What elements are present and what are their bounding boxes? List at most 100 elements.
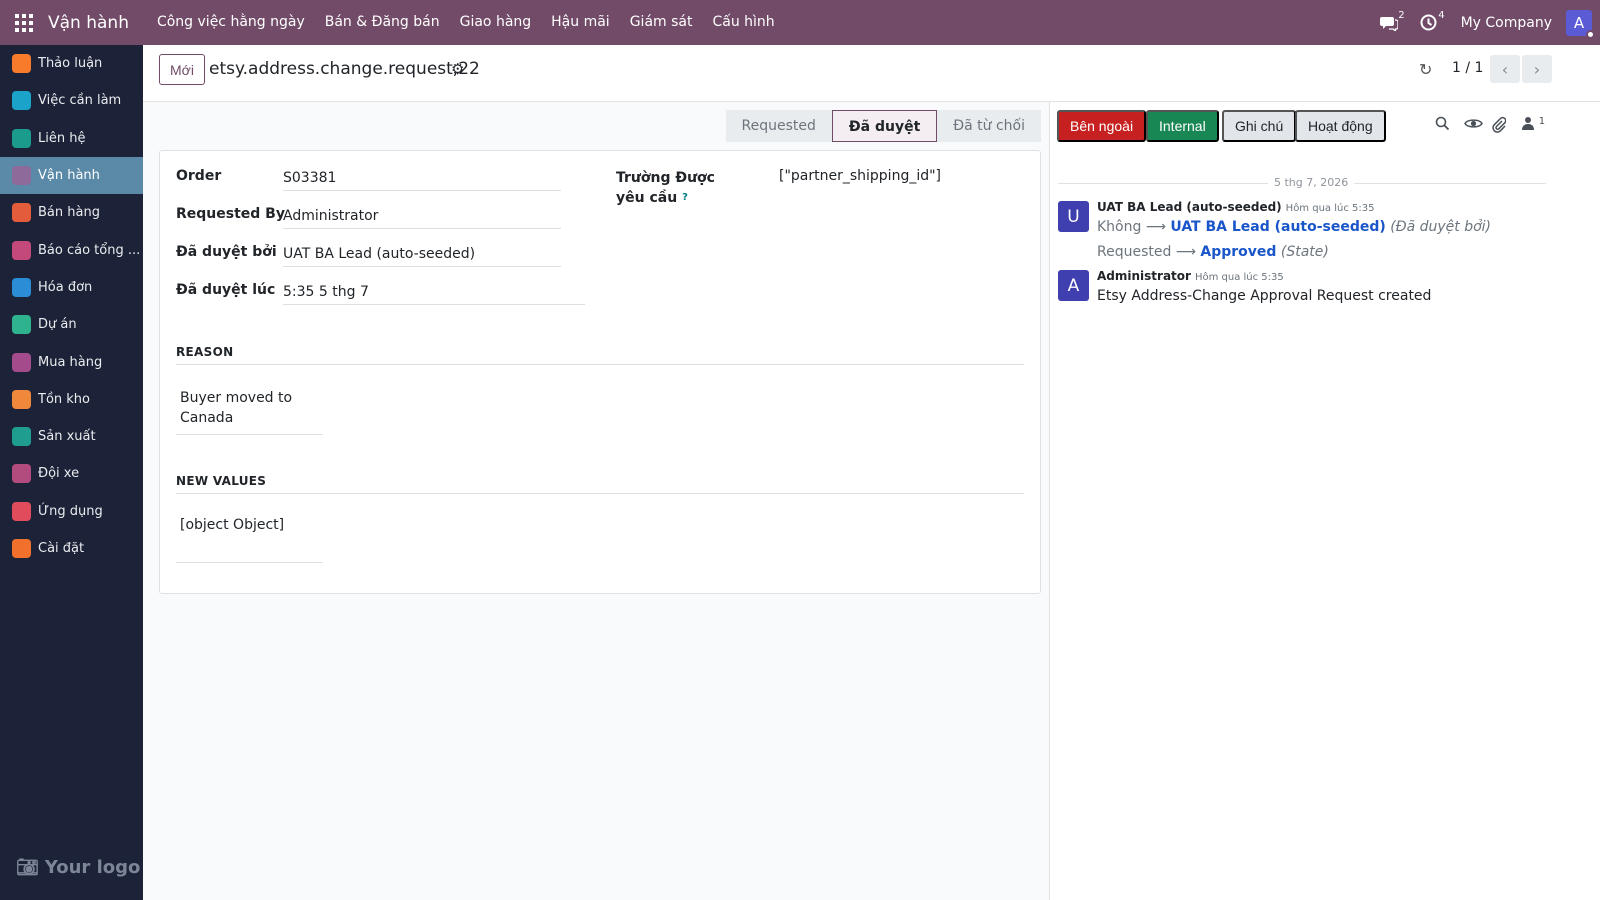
tracking-line: Không ⟶ UAT BA Lead (auto-seeded) (Đã du… [1097, 219, 1491, 235]
log-note-button[interactable]: Ghi chú [1222, 110, 1297, 142]
company-logo: 📷︎ Your logo [16, 857, 140, 878]
requested-fields-label: Trường Được yêu cầu ? [616, 168, 746, 208]
app-brand[interactable]: Vận hành [48, 13, 129, 33]
sidebar-item-inventory[interactable]: Tồn kho [0, 381, 143, 418]
menu-delivery[interactable]: Giao hàng [450, 0, 542, 45]
message-author-name[interactable]: Administrator [1097, 269, 1191, 283]
menu-configuration[interactable]: Cấu hình [702, 0, 784, 45]
reason-section-title: REASON [176, 345, 1024, 365]
sidebar-item-project[interactable]: Dự án [0, 306, 143, 343]
message-author-name[interactable]: UAT BA Lead (auto-seeded) [1097, 200, 1282, 214]
apps-menu-icon[interactable] [0, 0, 48, 45]
sidebar-item-invoice[interactable]: Hóa đơn [0, 269, 143, 306]
status-bar: Requested Đã duyệt Đã từ chối [725, 110, 1041, 142]
approved-at-label: Đã duyệt lúc [176, 282, 276, 298]
menu-sales-listing[interactable]: Bán & Đăng bán [315, 0, 450, 45]
sidebar-item-label: Mua hàng [38, 354, 103, 370]
user-avatar[interactable]: A [1566, 9, 1595, 39]
sidebar-item-manufacturing[interactable]: Sản xuất [0, 418, 143, 455]
sidebar-item-settings[interactable]: Cài đặt [0, 530, 143, 567]
gear-icon[interactable]: ⚙ [451, 60, 464, 78]
sidebar-item-label: Liên hệ [38, 130, 86, 146]
activity-button[interactable]: Hoạt động [1295, 110, 1386, 142]
tracking-old-value: Requested [1097, 244, 1172, 260]
discuss-icon [12, 54, 31, 74]
sidebar-item-label: Báo cáo tổng ... [38, 242, 141, 258]
reports-icon [12, 240, 31, 260]
chevron-left-icon: ‹ [1501, 59, 1509, 79]
approved-by-field[interactable]: UAT BA Lead (auto-seeded) [283, 246, 561, 267]
pager-next-button[interactable]: › [1522, 55, 1552, 83]
avatar[interactable]: A [1058, 270, 1089, 301]
sidebar-item-todo[interactable]: Việc cần làm [0, 82, 143, 119]
sidebar-item-label: Bán hàng [38, 205, 100, 221]
sidebar-item-discuss[interactable]: Thảo luận [0, 45, 143, 82]
approved-at-field[interactable]: 5:35 5 thg 7 [283, 284, 585, 305]
activities-clock-icon[interactable]: 4 [1415, 8, 1445, 38]
followers-icon[interactable]: 1 [1522, 116, 1545, 134]
new-values-section-title: NEW VALUES [176, 474, 1024, 494]
sidebar-item-contacts[interactable]: Liên hệ [0, 120, 143, 157]
tracking-line: Requested ⟶ Approved (State) [1097, 244, 1329, 260]
sidebar-item-purchase[interactable]: Mua hàng [0, 343, 143, 380]
project-icon [12, 315, 31, 335]
send-message-button[interactable]: Bên ngoài [1057, 110, 1147, 142]
arrow-right-icon: ⟶ [1175, 244, 1196, 260]
sidebar-item-label: Việc cần làm [38, 93, 122, 109]
menu-daily-work[interactable]: Công việc hằng ngày [147, 0, 315, 45]
contacts-icon [12, 128, 31, 148]
date-separator: 5 thg 7, 2026 [1058, 176, 1546, 190]
sidebar-item-label: Thảo luận [38, 56, 103, 72]
menu-monitoring[interactable]: Giám sát [620, 0, 703, 45]
main-menu: Công việc hằng ngày Bán & Đăng bán Giao … [147, 0, 785, 45]
stage-requested[interactable]: Requested [725, 110, 832, 142]
requested-fields-value: ["partner_shipping_id"] [779, 168, 942, 184]
sidebar-item-label: Dự án [38, 317, 77, 333]
sidebar-item-label: Đội xe [38, 466, 80, 482]
stage-rejected[interactable]: Đã từ chối [937, 110, 1041, 142]
paperclip-icon[interactable] [1492, 116, 1507, 137]
menu-after-sales[interactable]: Hậu mãi [541, 0, 620, 45]
stage-approved[interactable]: Đã duyệt [831, 110, 938, 142]
message-author: UAT BA Lead (auto-seeded) Hôm qua lúc 5:3… [1097, 200, 1374, 214]
chevron-right-icon: › [1533, 59, 1541, 79]
sidebar-item-label: Hóa đơn [38, 279, 93, 295]
followers-count: 1 [1538, 116, 1546, 127]
message-author: Administrator Hôm qua lúc 5:35 [1097, 269, 1284, 283]
chatter-panel: Bên ngoài Internal Ghi chú Hoạt động 1 5… [1049, 102, 1600, 900]
sidebar-item-reports[interactable]: Báo cáo tổng ... [0, 231, 143, 268]
invoice-icon [12, 277, 31, 297]
pager-previous-button[interactable]: ‹ [1490, 55, 1520, 83]
order-label: Order [176, 168, 222, 184]
sidebar-item-label: Sản xuất [38, 429, 96, 445]
messages-icon[interactable]: 2 [1375, 8, 1405, 38]
sidebar-item-operations[interactable]: Vận hành [0, 156, 143, 195]
sidebar-item-label: Tồn kho [38, 391, 90, 407]
search-icon[interactable] [1435, 116, 1450, 135]
refresh-icon[interactable]: ↻ [1419, 60, 1432, 79]
requested-by-label: Requested By [176, 206, 285, 222]
company-switcher[interactable]: My Company [1461, 15, 1552, 31]
requested-fields-label-text: Trường Được yêu cầu [616, 170, 715, 206]
new-record-button[interactable]: Mới [159, 54, 205, 85]
help-tooltip-icon[interactable]: ? [682, 192, 688, 203]
requested-by-field[interactable]: Administrator [283, 208, 561, 229]
app-sidebar: Thảo luận Việc cần làm Liên hệ Vận hành Bán … [0, 45, 143, 900]
sidebar-item-sales[interactable]: Bán hàng [0, 194, 143, 231]
reason-field[interactable]: Buyer moved to Canada [176, 388, 323, 435]
sidebar-item-apps[interactable]: Ứng dụng [0, 493, 143, 530]
manufacturing-icon [12, 427, 31, 447]
order-field[interactable]: S03381 [283, 170, 561, 191]
pager-value[interactable]: 1 / 1 [1452, 60, 1483, 76]
avatar[interactable]: U [1058, 201, 1089, 232]
sidebar-item-label: Vận hành [38, 168, 100, 184]
new-values-field[interactable]: [object Object] [176, 517, 323, 563]
message-body: Etsy Address-Change Approval Request cre… [1097, 288, 1432, 304]
sidebar-item-fleet[interactable]: Đội xe [0, 455, 143, 492]
tracking-field: (State) [1280, 244, 1329, 260]
user-avatar-letter: A [1573, 13, 1585, 32]
eye-icon[interactable] [1464, 116, 1483, 134]
tracking-field: (Đã duyệt bởi) [1390, 219, 1492, 235]
sales-icon [12, 203, 31, 223]
internal-button[interactable]: Internal [1146, 110, 1219, 142]
